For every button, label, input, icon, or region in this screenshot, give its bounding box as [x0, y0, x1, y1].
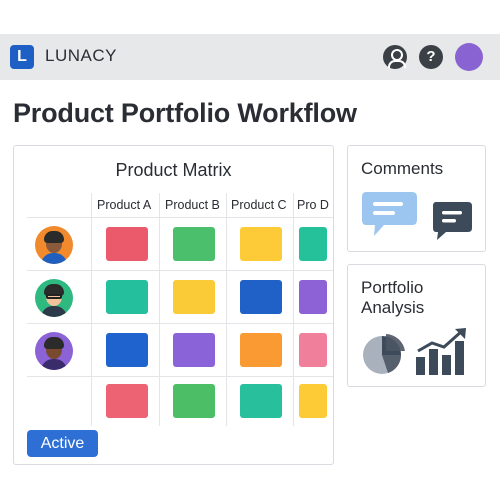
- status-badge-active[interactable]: Active: [27, 430, 98, 457]
- help-icon[interactable]: ?: [419, 45, 443, 69]
- pie-chart-icon: [363, 334, 405, 374]
- matrix-cell-r1-c4[interactable]: [299, 227, 327, 261]
- page-title: Product Portfolio Workflow: [13, 98, 357, 128]
- user-icon[interactable]: [383, 45, 407, 69]
- matrix-cell-r1-c1[interactable]: [106, 227, 148, 261]
- matrix-cell-r3-c2[interactable]: [173, 333, 215, 367]
- grid-line: [27, 376, 333, 377]
- comments-panel[interactable]: Comments: [347, 145, 486, 252]
- grid-line: [27, 323, 333, 324]
- avatar-person-green-glasses[interactable]: [35, 279, 73, 317]
- chat-bubble-dark-icon: [433, 202, 472, 240]
- app-logo[interactable]: L: [10, 45, 34, 69]
- grid-line: [27, 270, 333, 271]
- matrix-cell-r4-c3[interactable]: [240, 384, 282, 418]
- app-header: L LUNACY ?: [0, 34, 500, 80]
- grid-line: [159, 193, 160, 426]
- comments-title: Comments: [361, 159, 444, 178]
- portfolio-analysis-panel[interactable]: Portfolio Analysis: [347, 264, 486, 387]
- matrix-cell-r2-c1[interactable]: [106, 280, 148, 314]
- grid-line: [27, 217, 333, 218]
- column-header-product-d[interactable]: Pro D: [297, 198, 329, 212]
- bar-growth-icon: [416, 328, 466, 375]
- column-header-product-a[interactable]: Product A: [97, 198, 151, 212]
- user-avatar[interactable]: [455, 43, 483, 71]
- matrix-cell-r2-c3[interactable]: [240, 280, 282, 314]
- avatar-person-orange[interactable]: [35, 226, 73, 264]
- grid-line: [91, 193, 92, 426]
- matrix-title: Product Matrix: [115, 160, 232, 180]
- grid-line: [226, 193, 227, 426]
- chat-bubble-blue-icon: [362, 192, 417, 236]
- column-header-product-c[interactable]: Product C: [231, 198, 287, 212]
- analysis-title-line1: Portfolio: [361, 278, 424, 297]
- avatar-person-purple[interactable]: [35, 332, 73, 370]
- grid-line: [293, 193, 294, 426]
- matrix-cell-r4-c2[interactable]: [173, 384, 215, 418]
- matrix-cell-r4-c4[interactable]: [299, 384, 327, 418]
- analysis-title-line2: Analysis: [361, 298, 425, 317]
- product-matrix-panel: Product Matrix Product A Product B Produ…: [13, 145, 334, 465]
- matrix-cell-r2-c2[interactable]: [173, 280, 215, 314]
- matrix-cell-r1-c3[interactable]: [240, 227, 282, 261]
- matrix-cell-r4-c1[interactable]: [106, 384, 148, 418]
- matrix-cell-r2-c4[interactable]: [299, 280, 327, 314]
- matrix-cell-r3-c1[interactable]: [106, 333, 148, 367]
- matrix-cell-r3-c4[interactable]: [299, 333, 327, 367]
- column-header-product-b[interactable]: Product B: [165, 198, 220, 212]
- app-name: LUNACY: [45, 46, 117, 65]
- matrix-cell-r3-c3[interactable]: [240, 333, 282, 367]
- matrix-cell-r1-c2[interactable]: [173, 227, 215, 261]
